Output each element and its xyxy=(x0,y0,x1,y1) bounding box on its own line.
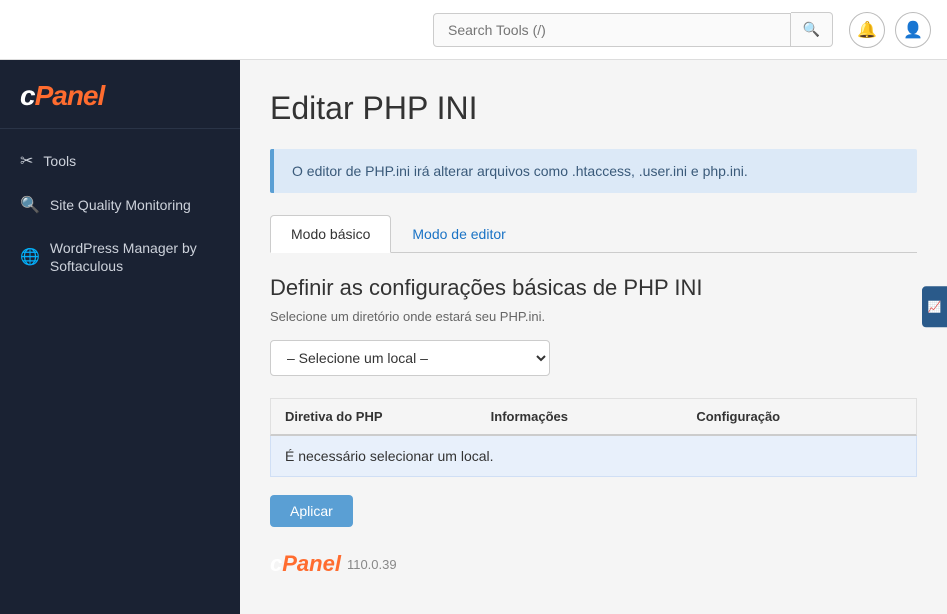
cpanel-logo: cPanel xyxy=(20,80,220,112)
column-php-directive: Diretiva do PHP xyxy=(285,409,491,424)
table-message: É necessário selecionar um local. xyxy=(285,448,494,464)
side-tab[interactable]: 📈 xyxy=(922,286,947,327)
table-row: É necessário selecionar um local. xyxy=(270,436,917,477)
side-tab-icon: 📈 xyxy=(928,300,940,313)
info-box: O editor de PHP.ini irá alterar arquivos… xyxy=(270,149,917,193)
sidebar-logo: cPanel xyxy=(0,60,240,129)
apply-button[interactable]: Aplicar xyxy=(270,495,353,527)
search-input[interactable] xyxy=(433,13,791,47)
wordpress-icon: 🌐 xyxy=(20,247,40,267)
sidebar-item-tools[interactable]: ✂ Tools xyxy=(0,139,240,183)
section-subtitle: Selecione um diretório onde estará seu P… xyxy=(270,309,917,324)
footer-cpanel-logo-text: cPanel xyxy=(270,551,341,577)
user-icon: 👤 xyxy=(903,20,923,40)
sidebar: cPanel ✂ Tools 🔍 Site Quality Monitoring… xyxy=(0,60,240,614)
location-dropdown[interactable]: – Selecione um local – xyxy=(270,340,550,376)
search-container: 🔍 xyxy=(433,12,833,47)
page-title: Editar PHP INI xyxy=(270,90,917,127)
info-message: O editor de PHP.ini irá alterar arquivos… xyxy=(292,163,748,179)
sidebar-item-site-quality-label: Site Quality Monitoring xyxy=(50,196,191,214)
footer-logo: cPanel 110.0.39 xyxy=(270,551,917,577)
sidebar-nav: ✂ Tools 🔍 Site Quality Monitoring 🌐 Word… xyxy=(0,129,240,297)
search-icon: 🔍 xyxy=(803,21,820,37)
column-info: Informações xyxy=(491,409,697,424)
tab-modo-editor[interactable]: Modo de editor xyxy=(391,215,526,253)
sidebar-item-wordpress[interactable]: 🌐 WordPress Manager by Softaculous xyxy=(0,227,240,287)
notifications-button[interactable]: 🔔 xyxy=(849,12,885,48)
main-content: Editar PHP INI O editor de PHP.ini irá a… xyxy=(240,60,947,614)
sidebar-item-tools-label: Tools xyxy=(43,152,76,170)
sidebar-item-site-quality[interactable]: 🔍 Site Quality Monitoring xyxy=(0,183,240,227)
topbar: 🔍 🔔 👤 xyxy=(0,0,947,60)
footer-version: 110.0.39 xyxy=(347,557,397,572)
tab-modo-basico[interactable]: Modo básico xyxy=(270,215,391,253)
table-header: Diretiva do PHP Informações Configuração xyxy=(270,398,917,436)
tabs: Modo básico Modo de editor xyxy=(270,215,917,253)
sidebar-item-wordpress-label: WordPress Manager by Softaculous xyxy=(50,239,220,275)
bell-icon: 🔔 xyxy=(857,20,877,40)
magnifier-icon: 🔍 xyxy=(20,195,40,215)
topbar-icons: 🔔 👤 xyxy=(849,12,931,48)
layout: cPanel ✂ Tools 🔍 Site Quality Monitoring… xyxy=(0,60,947,614)
user-button[interactable]: 👤 xyxy=(895,12,931,48)
scissors-icon: ✂ xyxy=(20,151,33,171)
section-title: Definir as configurações básicas de PHP … xyxy=(270,275,917,301)
column-config: Configuração xyxy=(696,409,902,424)
search-button[interactable]: 🔍 xyxy=(791,12,833,47)
